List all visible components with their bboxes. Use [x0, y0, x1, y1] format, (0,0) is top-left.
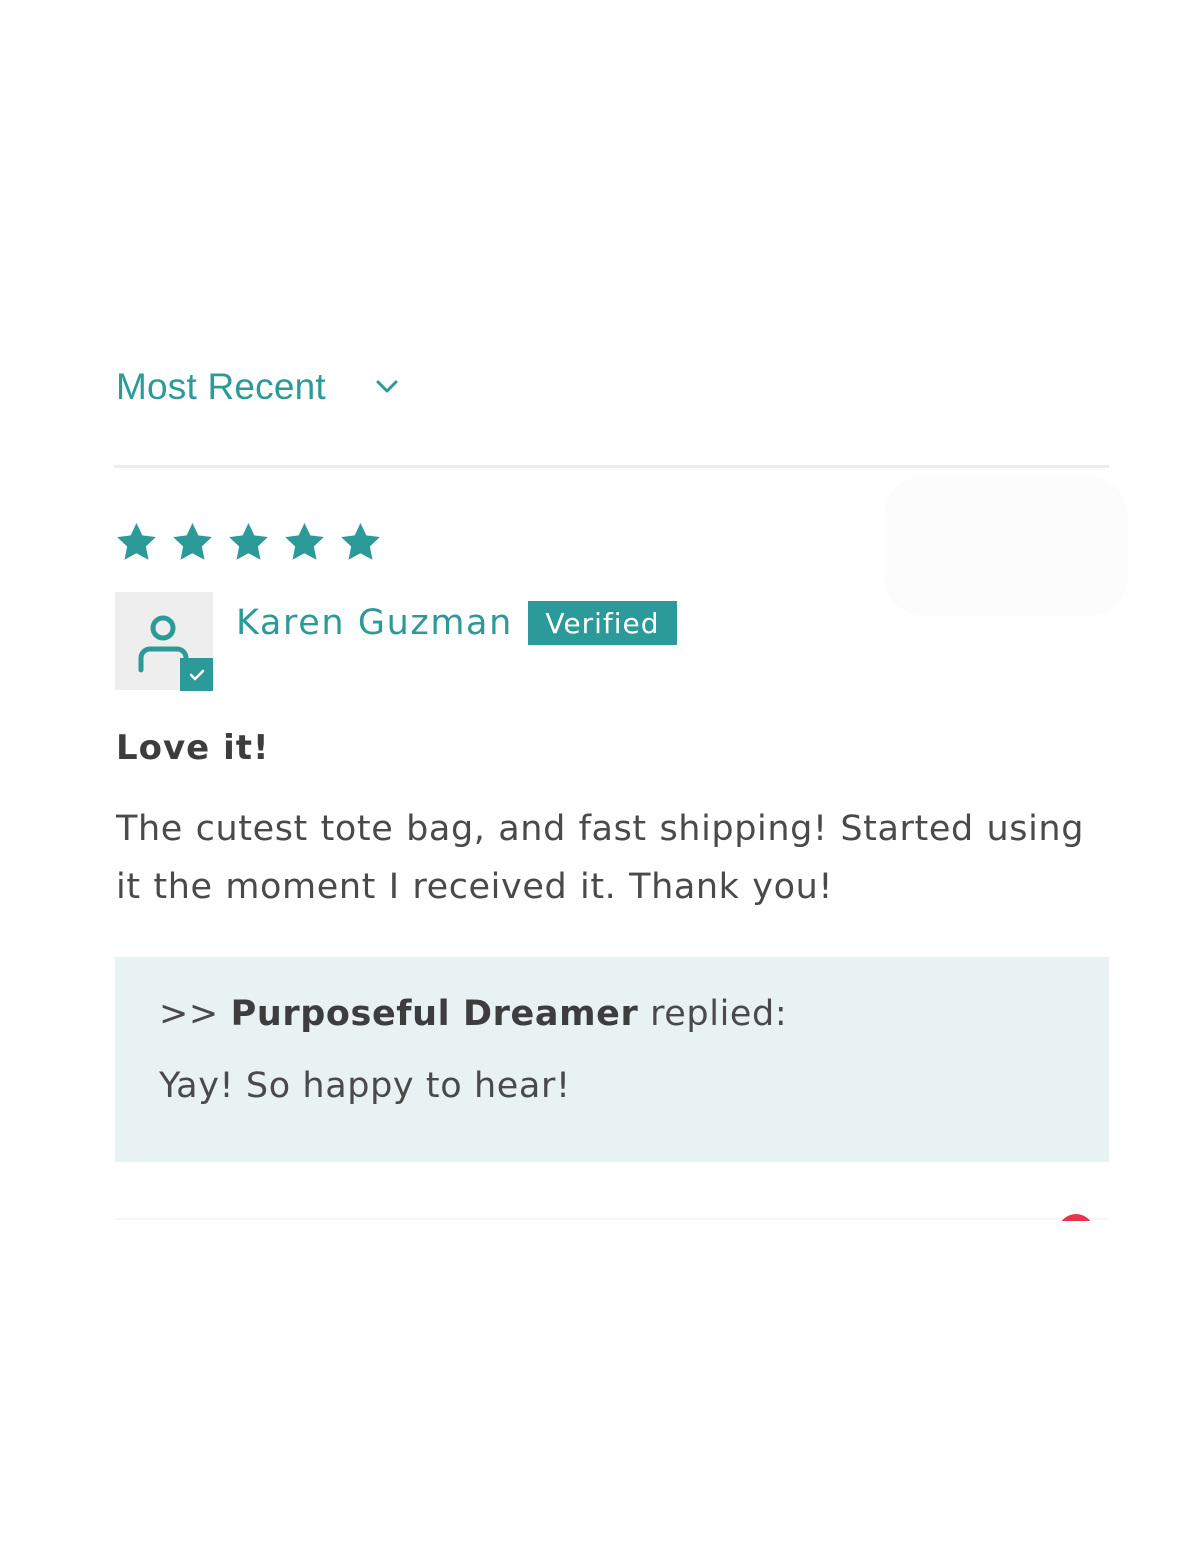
reply-prefix: >>	[159, 994, 231, 1034]
store-reply: >> Purposeful Dreamer replied: Yay! So h…	[115, 957, 1109, 1162]
star-icon	[173, 523, 212, 560]
verified-badge: Verified	[528, 601, 677, 645]
next-review-divider	[114, 1218, 1109, 1220]
reviewer-name: Karen Guzman	[236, 603, 513, 643]
sort-divider	[114, 465, 1109, 468]
review-body: The cutest tote bag, and fast shipping! …	[116, 809, 1085, 907]
reply-author: Purposeful Dreamer	[230, 994, 639, 1034]
faded-overlay	[884, 476, 1128, 616]
review-title: Love it!	[116, 728, 270, 768]
star-icon	[117, 523, 156, 560]
reply-header: >> Purposeful Dreamer replied:	[159, 991, 787, 1037]
sort-selected-label: Most Recent	[116, 366, 326, 407]
star-rating	[114, 520, 394, 565]
star-icon	[229, 523, 268, 560]
star-icon	[285, 523, 324, 560]
reply-suffix: replied:	[638, 994, 788, 1034]
chevron-down-icon	[374, 374, 400, 400]
verified-check-icon	[180, 658, 213, 691]
sort-dropdown[interactable]: Most Recent	[116, 366, 400, 408]
reply-text: Yay! So happy to hear!	[159, 1066, 571, 1106]
blank-area	[0, 1221, 1200, 1553]
star-icon	[341, 523, 380, 560]
